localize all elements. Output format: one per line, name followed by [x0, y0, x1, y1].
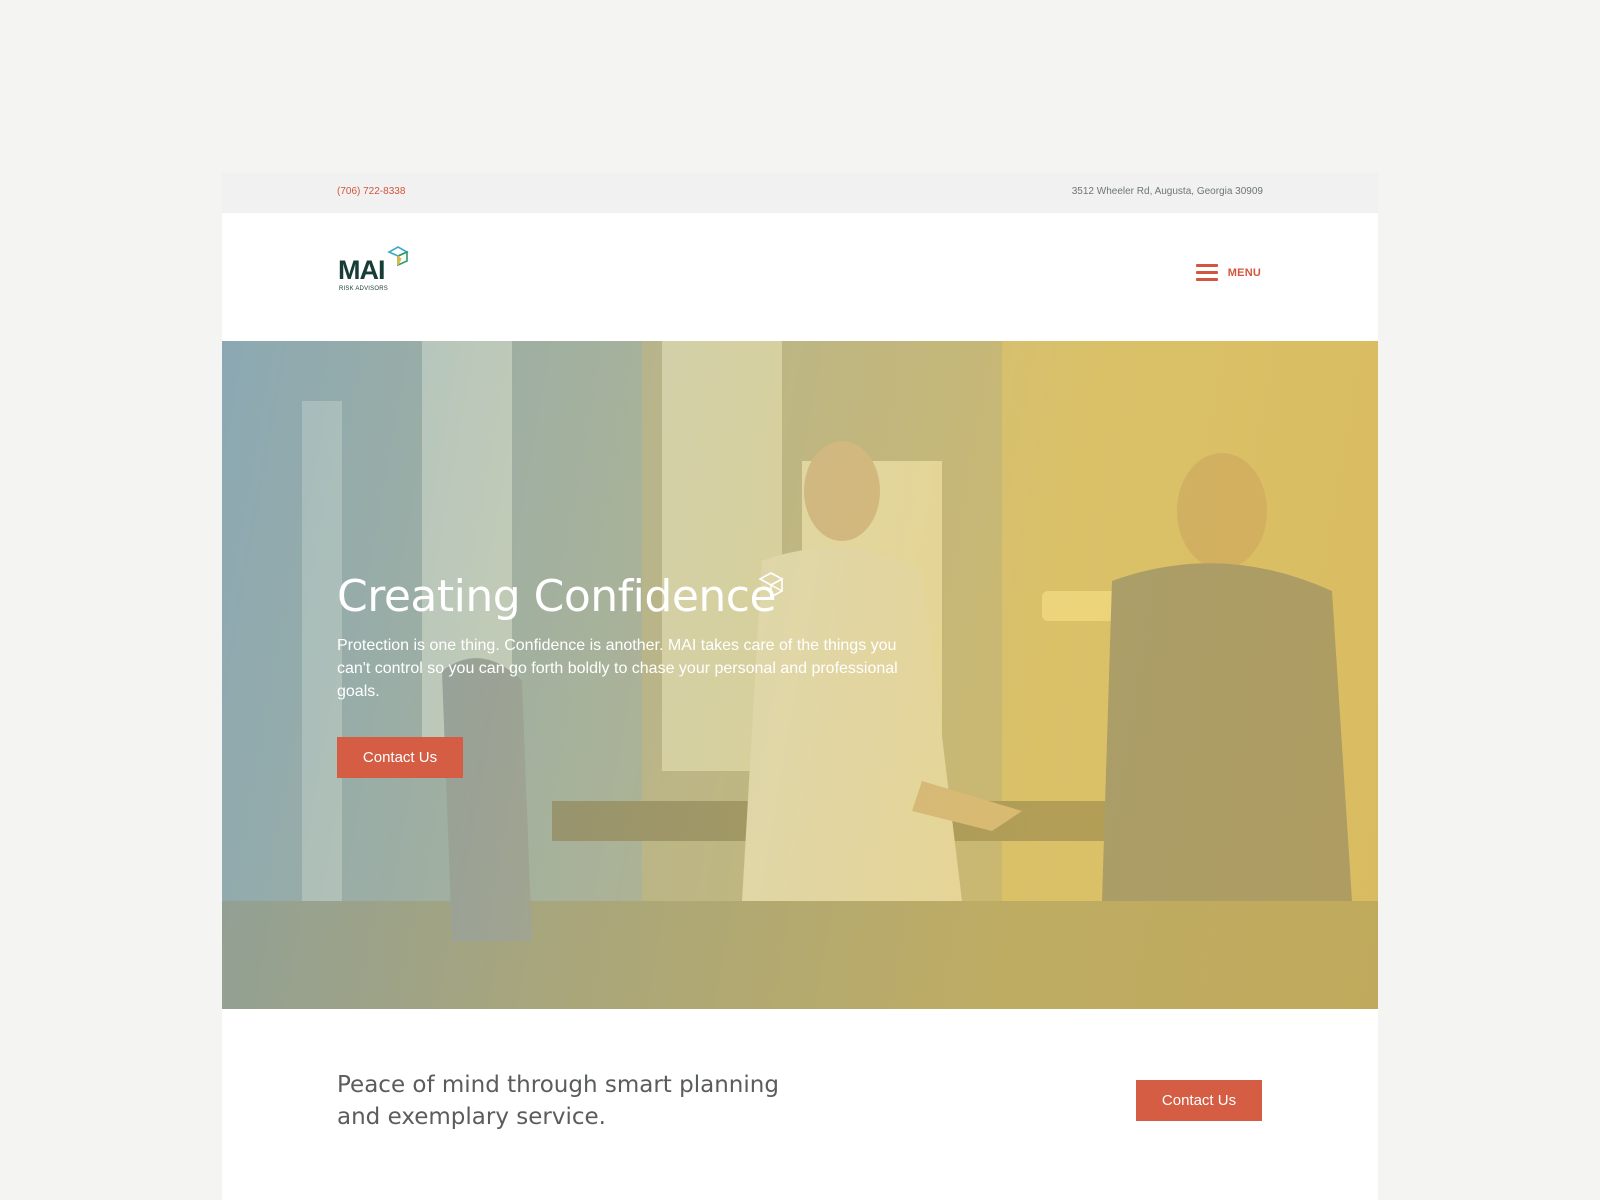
- logo-wordmark: MAI: [338, 255, 385, 285]
- hero-description: Protection is one thing. Confidence is a…: [337, 637, 898, 700]
- intro-section: Peace of mind through smart planning and…: [222, 1009, 1378, 1200]
- cube-icon: [387, 246, 409, 267]
- cube-outline-icon: [758, 572, 784, 599]
- page-container: (706) 722-8338 3512 Wheeler Rd, Augusta,…: [222, 173, 1378, 1200]
- intro-text: Peace of mind through smart planning and…: [337, 1072, 779, 1130]
- menu-button[interactable]: MENU: [1195, 263, 1261, 283]
- intro-contact-button[interactable]: Contact Us: [1136, 1080, 1262, 1121]
- hamburger-icon: [1195, 263, 1218, 283]
- hero-contact-button[interactable]: Contact Us: [337, 737, 463, 778]
- menu-label: MENU: [1227, 267, 1261, 279]
- logo[interactable]: MAI RISK ADVISORS: [337, 245, 409, 297]
- site-header: MAI RISK ADVISORS MENU: [222, 213, 1378, 341]
- top-bar: (706) 722-8338 3512 Wheeler Rd, Augusta,…: [222, 173, 1378, 213]
- phone-link[interactable]: (706) 722-8338: [337, 186, 405, 197]
- hero-title: Creating Confidence: [337, 571, 777, 622]
- address-text: 3512 Wheeler Rd, Augusta, Georgia 30909: [1071, 186, 1263, 197]
- hero-banner: Creating Confidence Protection is one th…: [222, 341, 1378, 1009]
- logo-tagline: RISK ADVISORS: [339, 286, 388, 292]
